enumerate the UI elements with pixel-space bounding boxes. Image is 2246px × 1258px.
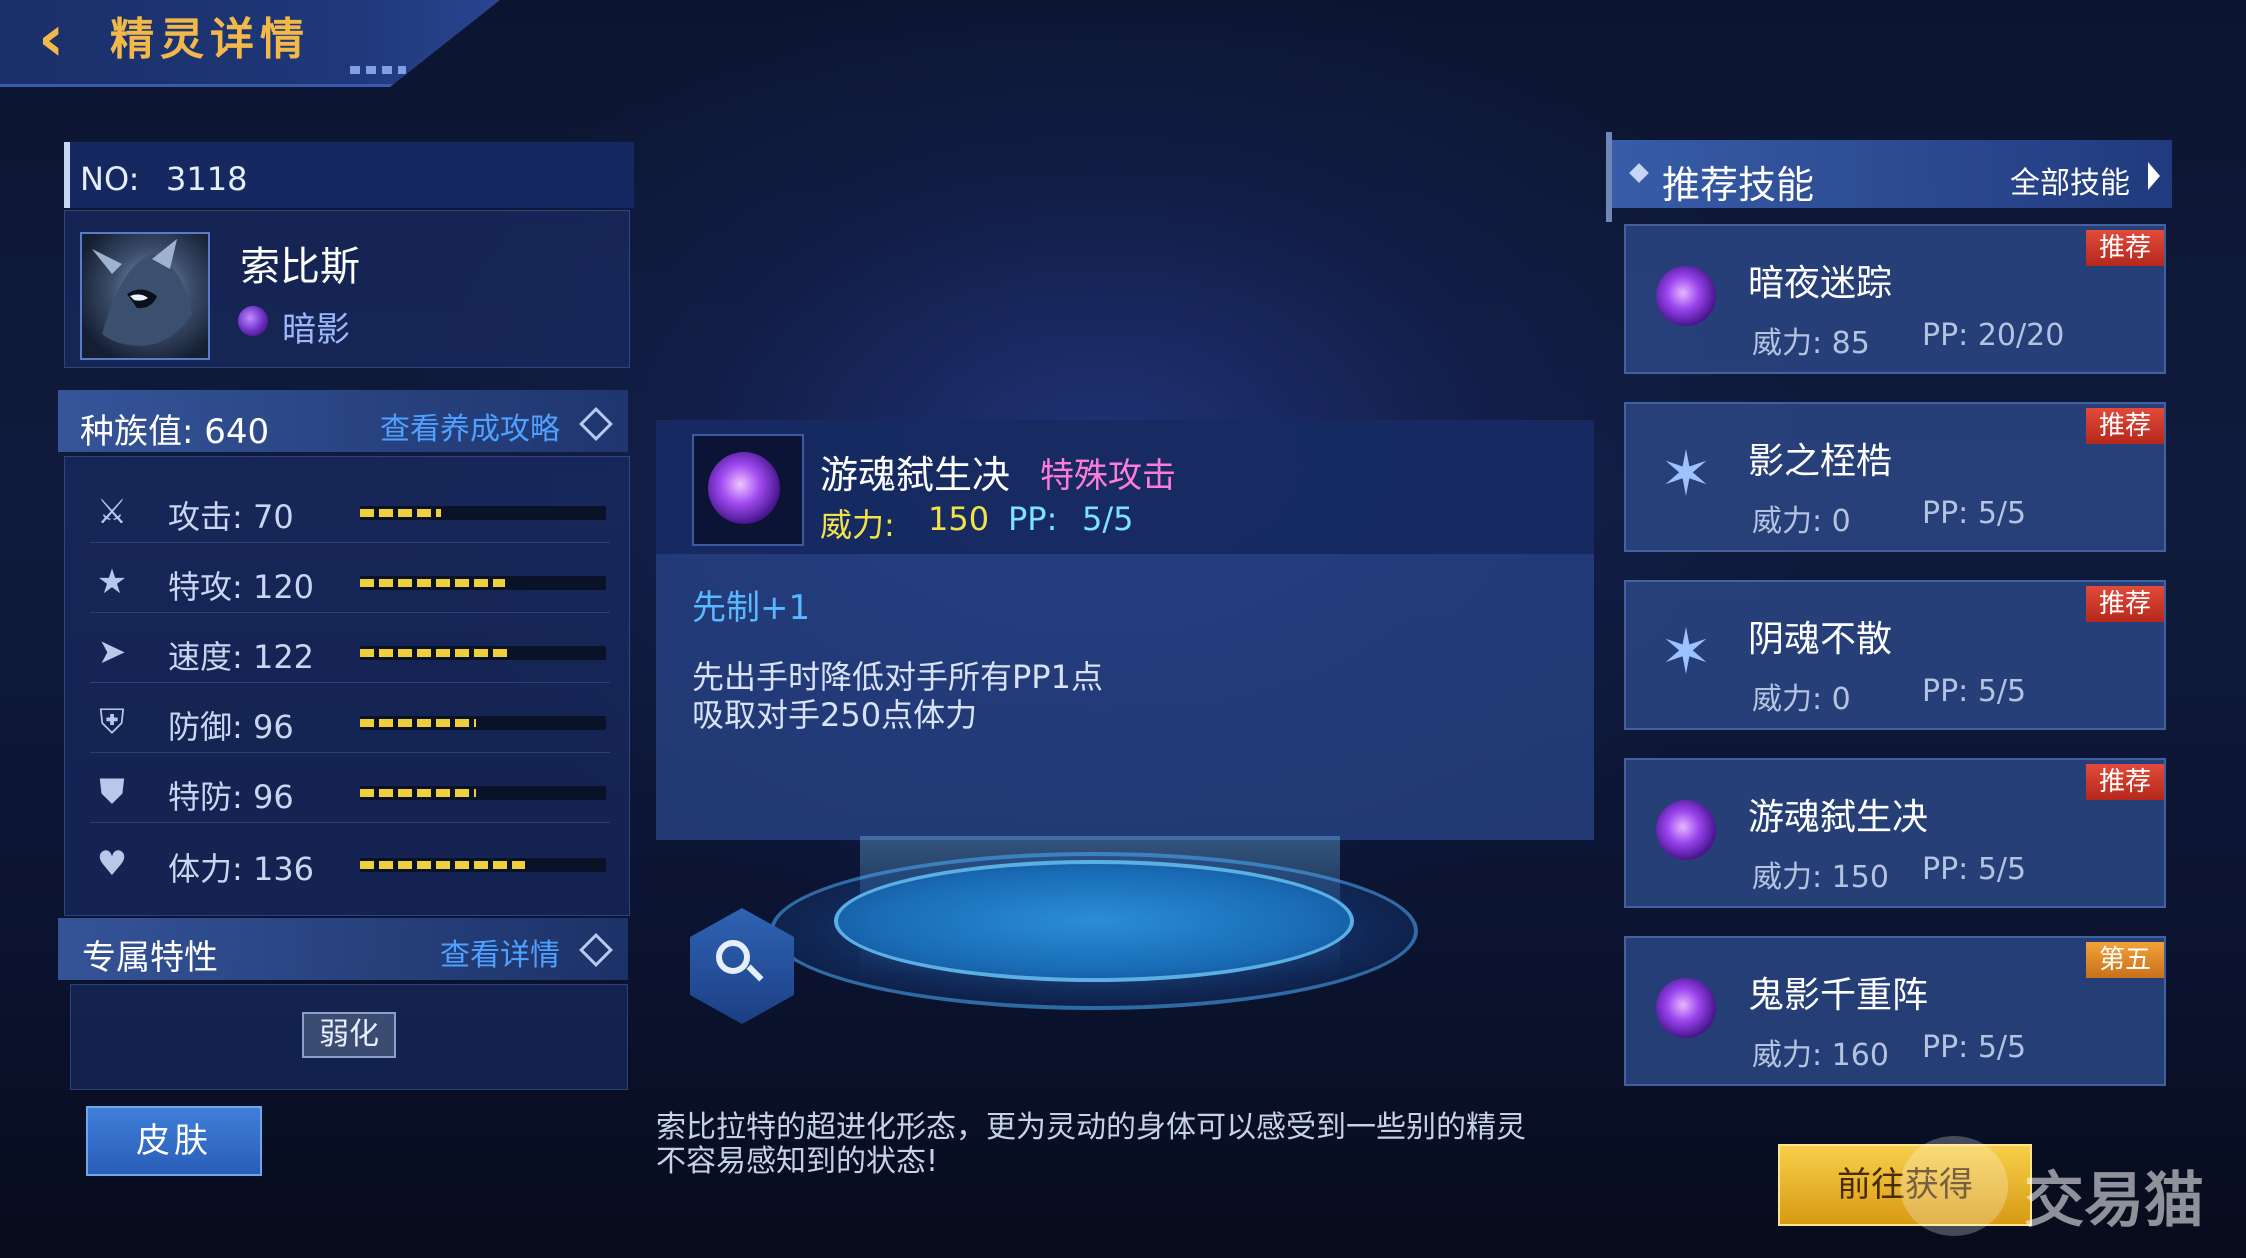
shadow-type-icon [238, 306, 268, 336]
skill-card[interactable]: ✶ 影之桎梏 威力: 0 PP: 5/5 推荐 [1624, 402, 2166, 552]
skill-card[interactable]: 游魂弑生决 威力: 150 PP: 5/5 推荐 [1624, 758, 2166, 908]
stat-label: 体力: 136 [168, 850, 315, 888]
recommend-badge: 推荐 [2086, 764, 2164, 800]
all-skills-link[interactable]: 全部技能 [2010, 158, 2130, 202]
skill-card-power: 威力: 0 [1752, 682, 1851, 717]
title-decoration [350, 66, 406, 74]
pet-type: 暗影 [282, 310, 350, 350]
skill-card-power: 威力: 85 [1752, 326, 1870, 361]
star-icon: ✶ [1660, 437, 1712, 510]
stat-fill [360, 719, 476, 727]
sword-icon: ⚔ [96, 492, 128, 532]
stat-row-defense: ⛨ 防御: 96 [90, 688, 610, 754]
skill-card-pp: PP: 5/5 [1922, 852, 2027, 887]
stat-row-sp-defense: ⛊ 特防: 96 [90, 758, 610, 824]
stat-label: 防御: 96 [168, 708, 294, 746]
pet-number-label: NO: [80, 160, 140, 198]
trait-tag[interactable]: 弱化 [302, 1012, 396, 1058]
skill-card-pp: PP: 20/20 [1922, 318, 2065, 353]
back-arrow-icon[interactable]: ‹ [38, 7, 88, 71]
divider [90, 752, 610, 753]
search-icon [716, 940, 750, 974]
stat-bar [360, 786, 606, 800]
skill-power-label: 威力: [820, 506, 895, 544]
shadow-icon [1656, 978, 1716, 1038]
skill-card-power: 威力: 0 [1752, 504, 1851, 539]
skill-pp-value: 5/5 [1082, 500, 1134, 538]
skill-card[interactable]: 暗夜迷踪 威力: 85 PP: 20/20 推荐 [1624, 224, 2166, 374]
spark-icon: ★ [96, 562, 128, 602]
skin-button[interactable]: 皮肤 [86, 1106, 262, 1176]
shadow-swirl-icon [708, 452, 780, 524]
magic-shield-icon: ⛊ [99, 772, 125, 812]
skill-card-power: 威力: 150 [1752, 860, 1889, 895]
skill-card-name: 影之桎梏 [1748, 441, 1893, 482]
skill-card-pp: PP: 5/5 [1922, 674, 2027, 709]
stat-bar [360, 506, 606, 520]
stat-fill [360, 509, 442, 517]
stat-fill [360, 789, 476, 797]
race-value: 种族值: 640 [80, 412, 270, 452]
stat-row-attack: ⚔ 攻击: 70 [90, 478, 610, 544]
recommend-title: 推荐技能 [1662, 163, 1815, 207]
stat-label: 特攻: 120 [168, 568, 315, 606]
stat-bar [360, 646, 606, 660]
boot-icon: ➤ [97, 632, 127, 672]
pet-number: 3118 [166, 160, 248, 198]
recommend-badge: 推荐 [2086, 230, 2164, 266]
stat-label: 攻击: 70 [168, 498, 294, 536]
skill-card-name: 暗夜迷踪 [1748, 263, 1893, 304]
skill-card[interactable]: ✶ 阴魂不散 威力: 0 PP: 5/5 推荐 [1624, 580, 2166, 730]
rank-badge: 第五 [2086, 942, 2164, 978]
stat-bar [360, 576, 606, 590]
stat-bar [360, 858, 606, 872]
pet-portrait-icon [92, 239, 192, 346]
watermark: 交易猫 [2024, 1166, 2204, 1236]
stat-fill [360, 861, 525, 869]
skill-name: 游魂弑生决 [820, 453, 1011, 497]
skill-category: 特殊攻击 [1040, 456, 1176, 496]
trait-detail-link[interactable]: 查看详情 [440, 930, 560, 974]
trait-title: 专属特性 [82, 938, 218, 978]
star-icon: ✶ [1660, 615, 1712, 688]
shadow-icon [1656, 266, 1716, 326]
shield-icon: ⛨ [99, 702, 125, 742]
skill-power-value: 150 [928, 500, 990, 538]
pet-number-bar [64, 142, 634, 208]
stat-bar [360, 716, 606, 730]
skill-card-name: 游魂弑生决 [1748, 797, 1929, 838]
skill-effect-line2: 吸取对手250点体力 [692, 696, 978, 734]
recommend-badge: 推荐 [2086, 408, 2164, 444]
skill-pp-label: PP: [1008, 500, 1058, 538]
stat-row-hp: ♥ 体力: 136 [90, 830, 610, 896]
skill-card-name: 鬼影千重阵 [1748, 975, 1929, 1016]
divider [90, 682, 610, 683]
stat-fill [360, 649, 508, 657]
skill-card-pp: PP: 5/5 [1922, 1030, 2027, 1065]
cat-logo-icon [1900, 1136, 2008, 1236]
divider [90, 822, 610, 823]
skill-card[interactable]: 鬼影千重阵 威力: 160 PP: 5/5 第五 [1624, 936, 2166, 1086]
pet-avatar [80, 232, 210, 360]
stat-label: 特防: 96 [168, 778, 294, 816]
pet-name: 索比斯 [240, 244, 360, 290]
stat-row-sp-attack: ★ 特攻: 120 [90, 548, 610, 614]
skill-priority: 先制+1 [692, 588, 811, 628]
heart-icon: ♥ [96, 844, 128, 884]
divider [90, 542, 610, 543]
pet-description-line2: 不容易感知到的状态! [656, 1144, 939, 1179]
stat-label: 速度: 122 [168, 638, 315, 676]
skill-card-pp: PP: 5/5 [1922, 496, 2027, 531]
skill-card-name: 阴魂不散 [1748, 619, 1893, 660]
skill-card-power: 威力: 160 [1752, 1038, 1889, 1073]
shadow-icon [1656, 800, 1716, 860]
display-platform [834, 860, 1354, 982]
chevron-right-icon[interactable] [2148, 162, 2160, 190]
divider [90, 612, 610, 613]
stat-fill [360, 579, 506, 587]
recommend-badge: 推荐 [2086, 586, 2164, 622]
stat-row-speed: ➤ 速度: 122 [90, 618, 610, 684]
training-guide-link[interactable]: 查看养成攻略 [380, 404, 560, 448]
page-title: 精灵详情 [110, 14, 310, 65]
